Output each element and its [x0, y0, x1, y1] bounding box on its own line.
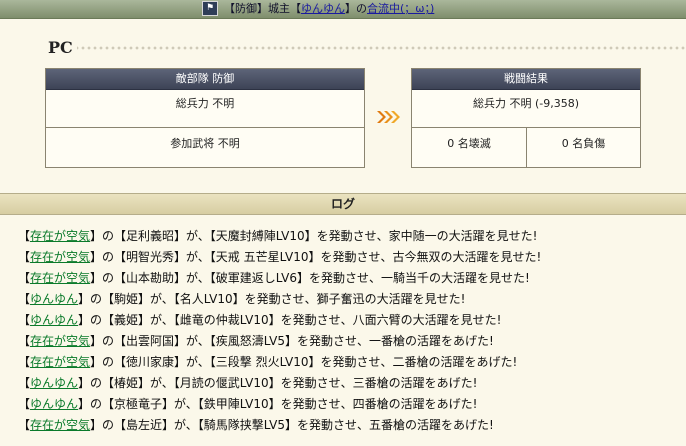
log-actor-link[interactable]: ゆんゆん [30, 292, 78, 306]
enemy-unit-panel: 敵部隊 防御 総兵力 不明 参加武将 不明 [45, 68, 365, 168]
enemy-participants: 参加武将 不明 [170, 137, 240, 150]
log-entry: 【存在が空気】の【島左近】が、【騎馬隊挟撃LV5】を発動させ、五番槍の活躍をあげ… [18, 418, 494, 432]
log-actor-link[interactable]: ゆんゆん [30, 376, 78, 390]
destroyed-count: 0 名壊滅 [447, 137, 491, 150]
log-text: の【駒姫】が、【名人LV10】を発動させ、獅子奮迅の大活躍を見せた! [90, 292, 466, 306]
log-actor-link[interactable]: 存在が空気 [30, 271, 90, 285]
log-text: の【明智光秀】が、【天戒 五芒星LV10】を発動させ、古今無双の大活躍を見せた! [102, 250, 542, 264]
log-text: の【島左近】が、【騎馬隊挟撃LV5】を発動させ、五番槍の活躍をあげた! [102, 418, 494, 432]
log-actor-link[interactable]: 存在が空気 [30, 418, 90, 432]
log-actor-link[interactable]: ゆんゆん [30, 313, 78, 327]
log-entry: 【ゆんゆん】の【義姫】が、【雌竜の仲裁LV10】を発動させ、八面六臂の大活躍を見… [18, 313, 502, 327]
log-actor-link[interactable]: 存在が空気 [30, 229, 90, 243]
wounded-count: 0 名負傷 [561, 137, 606, 150]
log-list: 【存在が空気】の【足利義昭】が、【天魔封縛陣LV10】を発動させ、家中随一の大活… [18, 226, 678, 436]
log-entry: 【ゆんゆん】の【駒姫】が、【名人LV10】を発動させ、獅子奮迅の大活躍を見せた! [18, 292, 466, 306]
title-prefix: 【防御】城主【 [224, 2, 301, 15]
log-entry: 【存在が空気】の【明智光秀】が、【天戒 五芒星LV10】を発動させ、古今無双の大… [18, 250, 542, 264]
castle-flag-icon: ⚑ [202, 1, 218, 16]
log-entry: 【存在が空気】の【山本勘助】が、【破軍建返しLV6】を発動させ、一騎当千の大活躍… [18, 271, 530, 285]
battle-result-header: 戦闘結果 [412, 69, 640, 90]
title-text: 【防御】城主【ゆんゆん】の合流中(；ω；) [224, 1, 434, 17]
log-header: ログ [0, 193, 686, 215]
enemy-total-strength: 総兵力 不明 [175, 97, 235, 110]
log-entry: 【ゆんゆん】の【椿姫】が、【月読の偃武LV10】を発動させ、三番槍の活躍をあげた… [18, 376, 478, 390]
log-text: の【出雲阿国】が、【疾風怒濤LV5】を発動させ、一番槍の活躍をあげた! [102, 334, 494, 348]
panel-divider [46, 127, 364, 128]
battle-result-panel: 戦闘結果 総兵力 不明 (-9,358) 0 名壊滅 0 名負傷 [411, 68, 641, 168]
log-actor-link[interactable]: 存在が空気 [30, 355, 90, 369]
title-bar: ⚑ 【防御】城主【ゆんゆん】の合流中(；ω；) [0, 0, 686, 19]
triple-chevron-right-icon [377, 111, 400, 123]
log-text: の【足利義昭】が、【天魔封縛陣LV10】を発動させ、家中随一の大活躍を見せた! [102, 229, 538, 243]
log-text: の【山本勘助】が、【破軍建返しLV6】を発動させ、一騎当千の大活躍を見せた! [102, 271, 530, 285]
lord-name-link[interactable]: ゆんゆん [301, 2, 345, 15]
log-text: の【徳川家康】が、【三段撃 烈火LV10】を発動させ、二番槍の活躍をあげた! [102, 355, 518, 369]
log-entry: 【存在が空気】の【出雲阿国】が、【疾風怒濤LV5】を発動させ、一番槍の活躍をあげ… [18, 334, 494, 348]
enemy-unit-header: 敵部隊 防御 [46, 69, 364, 90]
log-text: の【義姫】が、【雌竜の仲裁LV10】を発動させ、八面六臂の大活躍を見せた! [90, 313, 502, 327]
log-entry: 【存在が空気】の【足利義昭】が、【天魔封縛陣LV10】を発動させ、家中随一の大活… [18, 229, 538, 243]
log-text: の【京極竜子】が、【鉄甲陣LV10】を発動させ、四番槍の活躍をあげた! [90, 397, 478, 411]
result-total-strength: 総兵力 不明 (-9,358) [472, 97, 580, 110]
merge-status-link[interactable]: 合流中(；ω；) [367, 2, 434, 15]
section-title: PC [48, 38, 77, 57]
log-entry: 【ゆんゆん】の【京極竜子】が、【鉄甲陣LV10】を発動させ、四番槍の活躍をあげた… [18, 397, 478, 411]
log-entry: 【存在が空気】の【徳川家康】が、【三段撃 烈火LV10】を発動させ、二番槍の活躍… [18, 355, 518, 369]
log-actor-link[interactable]: 存在が空気 [30, 250, 90, 264]
title-middle: 】の [345, 2, 367, 15]
section-divider [50, 46, 686, 50]
log-text: の【椿姫】が、【月読の偃武LV10】を発動させ、三番槍の活躍をあげた! [90, 376, 478, 390]
log-actor-link[interactable]: 存在が空気 [30, 334, 90, 348]
log-actor-link[interactable]: ゆんゆん [30, 397, 78, 411]
